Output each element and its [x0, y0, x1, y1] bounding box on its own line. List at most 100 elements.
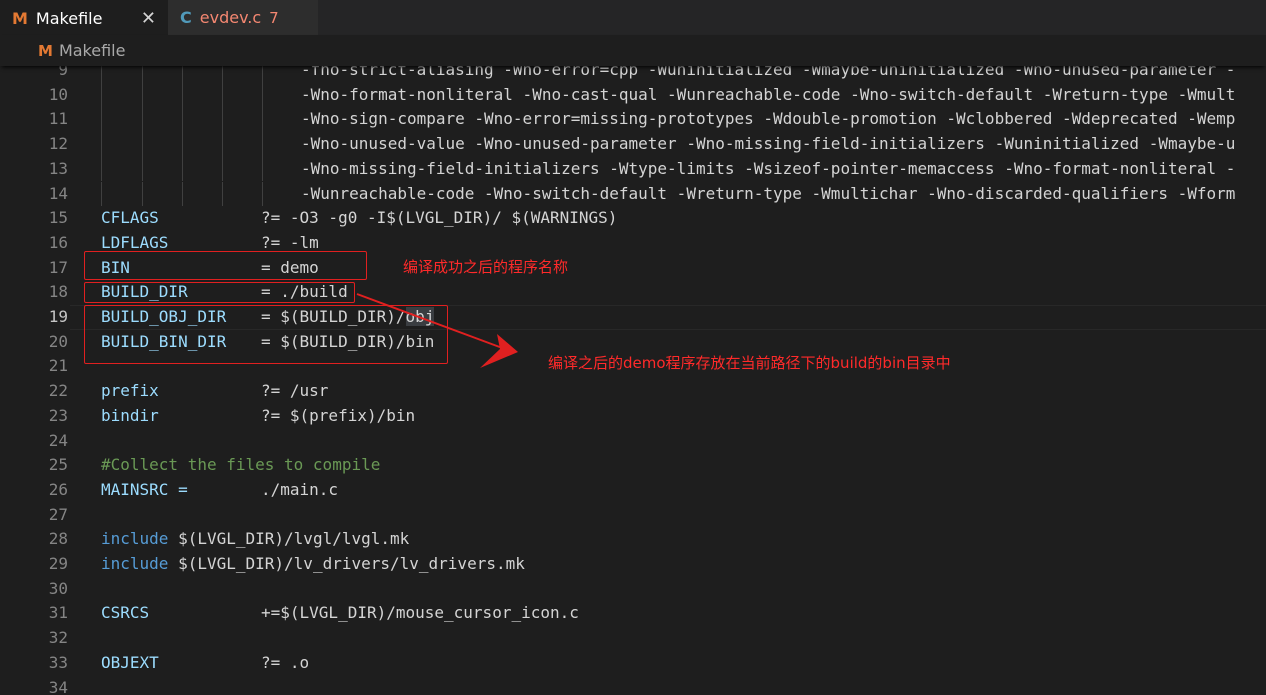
line-number: 31 [48, 603, 68, 623]
code-line[interactable]: 24 [0, 429, 1266, 454]
line-number: 33 [48, 652, 68, 672]
line-number: 20 [48, 331, 68, 351]
code-line[interactable]: 23 bindir ?= $(prefix)/bin [0, 404, 1266, 429]
line-number: 18 [48, 282, 68, 302]
variable-value: ./main.c [261, 479, 339, 499]
indent-guide [222, 156, 223, 182]
tab-makefile[interactable]: M Makefile ✕ [0, 0, 168, 35]
indent-guide [101, 107, 102, 133]
code-text: -Wno-sign-compare -Wno-error=missing-pro… [301, 107, 1235, 132]
indent-guide [142, 132, 143, 157]
compiler-flags: -Wunreachable-code -Wno-switch-default -… [301, 183, 1236, 203]
indent-guide [262, 181, 263, 207]
code-line[interactable]: 14 -Wunreachable-code -Wno-switch-default… [0, 181, 1266, 207]
indent-guide [182, 82, 183, 108]
code-line[interactable]: 27 [0, 503, 1266, 528]
code-line[interactable]: 28 include $(LVGL_DIR)/lvgl/lvgl.mk [0, 527, 1266, 552]
code-line[interactable]: 13 -Wno-missing-field-initializers -Wtype… [0, 156, 1266, 182]
code-line[interactable]: 22 prefix ?= /usr [0, 379, 1266, 404]
indent-guide [142, 107, 143, 133]
line-number: 21 [48, 356, 68, 376]
variable-value: ?= /usr [261, 381, 329, 401]
line-number: 26 [48, 479, 68, 499]
line-number: 28 [48, 529, 68, 549]
code-line[interactable]: 30 [0, 577, 1266, 602]
indent-guide [262, 156, 263, 182]
line-number: 19 [48, 307, 68, 326]
line-number: 16 [48, 232, 68, 252]
variable-name: CFLAGS [101, 208, 159, 228]
code-text: include $(LVGL_DIR)/lv_drivers/lv_driver… [101, 552, 525, 577]
code-line[interactable]: 34 [0, 676, 1266, 695]
compiler-flags: -Wno-sign-compare -Wno-error=missing-pro… [301, 109, 1236, 129]
keyword-include: include [101, 529, 169, 549]
code-text: include $(LVGL_DIR)/lvgl/lvgl.mk [101, 527, 409, 552]
code-text: MAINSRC = ./main.c [101, 478, 338, 503]
code-text: OBJEXT ?= .o [101, 651, 309, 676]
code-line[interactable]: 12 -Wno-unused-value -Wno-unused-paramete… [0, 132, 1266, 157]
indent-guide [101, 181, 102, 207]
code-editor[interactable]: 9 -fno-strict-aliasing -Wno-error=cpp -Wu… [0, 60, 1266, 695]
include-path: $(LVGL_DIR)/lv_drivers/lv_drivers.mk [178, 554, 525, 573]
indent-guide [222, 132, 223, 157]
variable-value: ?= $(prefix)/bin [261, 405, 416, 425]
variable-name: LDFLAGS [101, 232, 169, 252]
variable-value: +=$(LVGL_DIR)/mouse_cursor_icon.c [261, 603, 579, 623]
line-number: 24 [48, 430, 68, 450]
line-number: 29 [48, 554, 68, 573]
indent-guide [101, 156, 102, 182]
indent-guide [182, 107, 183, 133]
code-line[interactable]: 15 CFLAGS ?= -O3 -g0 -I$(LVGL_DIR)/ $(WARN… [0, 206, 1266, 231]
variable-value-rest: $(LVGL_DIR)/ $(WARNINGS) [386, 208, 618, 228]
line-number: 13 [48, 158, 68, 178]
value-holder: ?= -O3 -g0 -I$(LVGL_DIR)/ $(WARNINGS) [261, 206, 617, 231]
code-text: -Wno-missing-field-initializers -Wtype-l… [301, 157, 1235, 182]
highlight-box-build-subdirs [84, 305, 448, 364]
line-number: 14 [48, 183, 68, 203]
line-number: 12 [48, 134, 68, 154]
tab-label: evdev.c [199, 8, 262, 27]
indent-guide [142, 82, 143, 108]
code-line[interactable]: 31 CSRCS +=$(LVGL_DIR)/mouse_cursor_icon.c [0, 601, 1266, 626]
problem-count-badge: 7 [269, 8, 279, 27]
indent-guide [182, 156, 183, 182]
tab-evdev-c[interactable]: C evdev.c 7 [168, 0, 318, 35]
close-icon[interactable]: ✕ [141, 8, 156, 29]
keyword-include: include [101, 554, 169, 573]
variable-name: bindir [101, 405, 159, 425]
line-number: 23 [48, 405, 68, 425]
breadcrumb: M Makefile [0, 35, 1266, 66]
indent-guide [182, 181, 183, 207]
highlight-box-build-dir [84, 282, 355, 303]
line-number: 11 [48, 109, 68, 129]
code-line[interactable]: 25 #Collect the files to compile [0, 453, 1266, 478]
indent-guide [101, 82, 102, 108]
indent-guide [262, 107, 263, 133]
code-line[interactable]: 10 -Wno-format-nonliteral -Wno-cast-qual … [0, 82, 1266, 108]
breadcrumb-item[interactable]: Makefile [59, 41, 126, 60]
code-line[interactable]: 33 OBJEXT ?= .o [0, 651, 1266, 676]
code-text: CFLAGS ?= -O3 -g0 -I$(LVGL_DIR)/ $(WARNIN… [101, 206, 617, 231]
line-number: 32 [48, 628, 68, 648]
code-text: -Wno-format-nonliteral -Wno-cast-qual -W… [301, 83, 1235, 108]
annotation-bin-name: 编译成功之后的程序名称 [403, 258, 569, 276]
c-file-icon: C [180, 8, 192, 27]
line-number: 25 [48, 455, 68, 475]
line-number: 10 [48, 84, 68, 104]
indent-guide [142, 156, 143, 182]
variable-value: ?= -O3 -g0 -I [261, 208, 387, 228]
code-line[interactable]: 11 -Wno-sign-compare -Wno-error=missing-p… [0, 107, 1266, 133]
compiler-flags: -Wno-format-nonliteral -Wno-cast-qual -W… [301, 84, 1236, 104]
code-line[interactable]: 29 include $(LVGL_DIR)/lv_drivers/lv_driv… [0, 552, 1266, 577]
highlight-box-bin [84, 251, 367, 280]
tab-label: Makefile [35, 8, 103, 28]
indent-guide [101, 132, 102, 157]
code-comment: #Collect the files to compile [101, 455, 381, 475]
variable-value: ?= .o [261, 652, 310, 672]
makefile-icon: M [38, 41, 53, 60]
code-text: -Wunreachable-code -Wno-switch-default -… [301, 182, 1235, 207]
variable-name: prefix [101, 381, 159, 401]
code-line[interactable]: 32 [0, 626, 1266, 651]
tab-bar: M Makefile ✕ C evdev.c 7 [0, 0, 1266, 35]
code-line[interactable]: 26 MAINSRC = ./main.c [0, 478, 1266, 503]
